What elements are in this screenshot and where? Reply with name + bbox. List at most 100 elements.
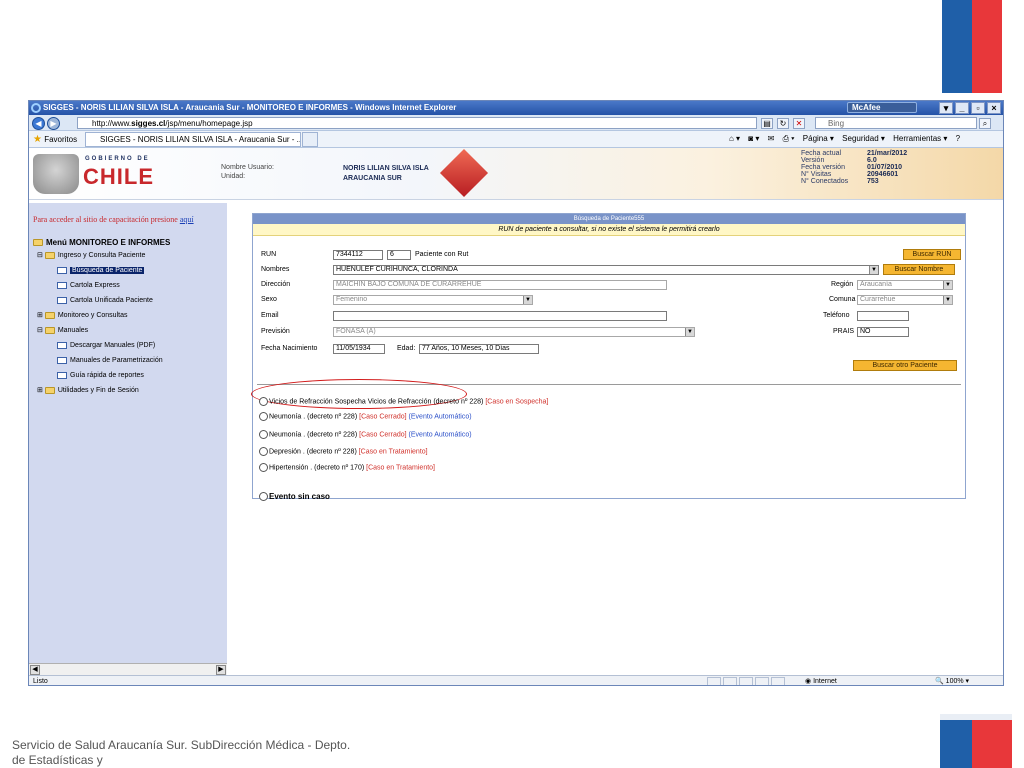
buscar-run-button[interactable]: Buscar RUN bbox=[903, 249, 961, 260]
page-icon bbox=[57, 341, 67, 349]
page-header: GOBIERNO DE CHILE Nombre Usuario: Unidad… bbox=[29, 148, 1003, 200]
buscar-otro-button[interactable]: Buscar otro Paciente bbox=[853, 360, 957, 371]
email-input[interactable] bbox=[333, 311, 667, 321]
nacimiento-label: Fecha Nacimiento bbox=[261, 345, 318, 352]
compatibility-icon[interactable]: ▤ bbox=[761, 118, 773, 129]
evento-radio[interactable] bbox=[259, 492, 268, 502]
case-row[interactable]: Hipertensión . (decreto nº 170) [Caso en… bbox=[259, 463, 435, 473]
dv-input[interactable]: 6 bbox=[387, 250, 411, 260]
mail-icon[interactable]: ✉ bbox=[768, 134, 775, 143]
comuna-select[interactable]: Curarrehue ▼ bbox=[857, 295, 953, 305]
command-security[interactable]: Seguridad ▾ bbox=[842, 134, 885, 143]
page-icon bbox=[57, 371, 67, 379]
edad-input[interactable]: 77 Años, 10 Meses, 10 Días bbox=[419, 344, 539, 354]
case-row[interactable]: Vicios de Refracción Sospecha Vicios de … bbox=[259, 397, 548, 407]
menu-root[interactable]: Menú MONITOREO E INFORMES bbox=[33, 238, 170, 247]
sidebar: Para acceder al sitio de capacitación pr… bbox=[29, 203, 227, 675]
scroll-left-icon[interactable]: ◀ bbox=[30, 665, 40, 675]
favorites-button[interactable]: ★ Favoritos bbox=[33, 134, 77, 145]
case-radio[interactable] bbox=[259, 463, 268, 472]
command-bar: ⌂ ▾ ◙ ▾ ✉ ⎙ ▾ Página ▾ Seguridad ▾ Herra… bbox=[729, 134, 966, 144]
case-radio[interactable] bbox=[259, 397, 268, 406]
tree-cartola-express[interactable]: Cartola Express bbox=[57, 281, 120, 290]
flag-decoration-top bbox=[942, 0, 1002, 93]
command-page[interactable]: Página ▾ bbox=[803, 134, 834, 143]
case-radio[interactable] bbox=[259, 447, 268, 456]
chevron-down-icon: ▼ bbox=[943, 296, 952, 304]
sidebar-scrollbar[interactable]: ◀ ▶ bbox=[29, 663, 227, 675]
panel-subtitle: RUN de paciente a consultar, si no exist… bbox=[253, 224, 965, 236]
tree-manuales[interactable]: ⊟ Manuales bbox=[37, 326, 88, 335]
status-text: Listo bbox=[33, 678, 48, 685]
tree-guia-rapida[interactable]: Guía rápida de reportes bbox=[57, 371, 144, 380]
tab-sigges[interactable]: SIGGES - NORIS LILIAN SILVA ISLA - Arauc… bbox=[85, 132, 301, 147]
search-icon[interactable]: ⌕ bbox=[979, 118, 991, 129]
nombres-select[interactable]: HUENULEF CURIHUNCA, CLORINDA ▼ bbox=[333, 265, 879, 275]
feeds-icon[interactable]: ◙ ▾ bbox=[748, 134, 759, 143]
user-label: Nombre Usuario: bbox=[221, 164, 274, 171]
prais-input[interactable]: NO bbox=[857, 327, 909, 337]
zone-indicator: ◉ Internet bbox=[805, 678, 837, 685]
command-tools[interactable]: Herramientas ▾ bbox=[893, 134, 947, 143]
content-area: Para acceder al sitio de capacitación pr… bbox=[29, 203, 1003, 675]
tree-descargar-manuales[interactable]: Descargar Manuales (PDF) bbox=[57, 341, 155, 350]
zoom-control[interactable]: 🔍 100% ▾ bbox=[935, 676, 969, 685]
user-name: NORIS LILIAN SILVA ISLA bbox=[343, 165, 429, 172]
mcafee-button[interactable]: McAfee bbox=[847, 102, 917, 113]
tree-utilidades[interactable]: ⊞ Utilidades y Fin de Sesión bbox=[37, 386, 139, 395]
training-link[interactable]: Para acceder al sitio de capacitación pr… bbox=[33, 215, 194, 224]
maximize-button[interactable]: ▫ bbox=[971, 102, 985, 114]
chevron-down-icon: ▼ bbox=[685, 328, 694, 336]
forward-button[interactable]: ▶ bbox=[47, 117, 60, 130]
star-icon: ★ bbox=[33, 134, 42, 145]
case-row[interactable]: Neumonía . (decreto nº 228) [Caso Cerrad… bbox=[259, 412, 472, 422]
address-bar: ◀ ▶ http://www.sigges.cl/jsp/menu/homepa… bbox=[29, 115, 1003, 131]
prevision-select[interactable]: FONASA (A) ▼ bbox=[333, 327, 695, 337]
tree-manuales-param[interactable]: Manuales de Parametrización bbox=[57, 356, 163, 365]
window-title: SIGGES - NORIS LILIAN SILVA ISLA - Arauc… bbox=[43, 103, 457, 112]
region-select[interactable]: Araucanía ▼ bbox=[857, 280, 953, 290]
refresh-icon[interactable]: ↻ bbox=[777, 118, 789, 129]
scroll-right-icon[interactable]: ▶ bbox=[216, 665, 226, 675]
status-bar: Listo ◉ Internet 🔍 100% ▾ bbox=[29, 675, 1003, 685]
folder-icon bbox=[44, 311, 55, 319]
minimize-button[interactable]: _ bbox=[955, 102, 969, 114]
stop-icon[interactable]: ✕ bbox=[793, 118, 805, 129]
tree-ingreso[interactable]: ⊟ Ingreso y Consulta Paciente bbox=[37, 251, 145, 260]
home-icon[interactable]: ⌂ ▾ bbox=[729, 134, 740, 143]
case-row[interactable]: Depresión . (decreto nº 228) [Caso en Tr… bbox=[259, 447, 428, 457]
back-button[interactable]: ◀ bbox=[32, 117, 45, 130]
case-row[interactable]: Neumonía . (decreto nº 228) [Caso Cerrad… bbox=[259, 430, 472, 440]
panel-title: Búsqueda de Paciente555 bbox=[253, 214, 965, 224]
tree-busqueda[interactable]: Búsqueda de Paciente bbox=[57, 266, 145, 275]
flag-decoration-bottom bbox=[940, 714, 1012, 768]
unit-name: ARAUCANIA SUR bbox=[343, 175, 402, 182]
url-input[interactable]: http://www.sigges.cl/jsp/menu/homepage.j… bbox=[77, 117, 757, 129]
close-button[interactable]: × bbox=[987, 102, 1001, 114]
help-icon[interactable]: ? bbox=[956, 134, 960, 143]
telefono-input[interactable] bbox=[857, 311, 909, 321]
run-input[interactable]: 7344112 bbox=[333, 250, 383, 260]
case-radio[interactable] bbox=[259, 412, 268, 421]
email-label: Email bbox=[261, 312, 279, 319]
favorites-bar: ★ Favoritos SIGGES - NORIS LILIAN SILVA … bbox=[29, 131, 1003, 148]
comuna-label: Comuna bbox=[829, 296, 856, 303]
evento-sin-caso[interactable]: Evento sin caso bbox=[259, 492, 330, 502]
dropdown-icon[interactable]: ▾ bbox=[939, 102, 953, 114]
folder-icon bbox=[44, 251, 55, 259]
nacimiento-input[interactable]: 11/05/1934 bbox=[333, 344, 385, 354]
new-tab-button[interactable] bbox=[302, 132, 318, 147]
case-radio[interactable] bbox=[259, 430, 268, 439]
direccion-input[interactable]: MAICHIN BAJO COMUNA DE CURARREHUE bbox=[333, 280, 667, 290]
telefono-label: Teléfono bbox=[823, 312, 850, 319]
stats-labels: Fecha actual Versión Fecha versión N° Vi… bbox=[801, 150, 849, 185]
tree-monitoreo[interactable]: ⊞ Monitoreo y Consultas bbox=[37, 311, 127, 320]
buscar-nombre-button[interactable]: Buscar Nombre bbox=[883, 264, 955, 275]
patient-search-panel: Búsqueda de Paciente555 RUN de paciente … bbox=[251, 213, 966, 502]
search-input[interactable]: Bing bbox=[815, 117, 977, 129]
sexo-label: Sexo bbox=[261, 296, 277, 303]
page-icon bbox=[57, 356, 67, 364]
tree-cartola-unificada[interactable]: Cartola Unificada Paciente bbox=[57, 296, 153, 305]
print-icon[interactable]: ⎙ ▾ bbox=[783, 134, 795, 143]
sexo-select[interactable]: Femenino ▼ bbox=[333, 295, 533, 305]
